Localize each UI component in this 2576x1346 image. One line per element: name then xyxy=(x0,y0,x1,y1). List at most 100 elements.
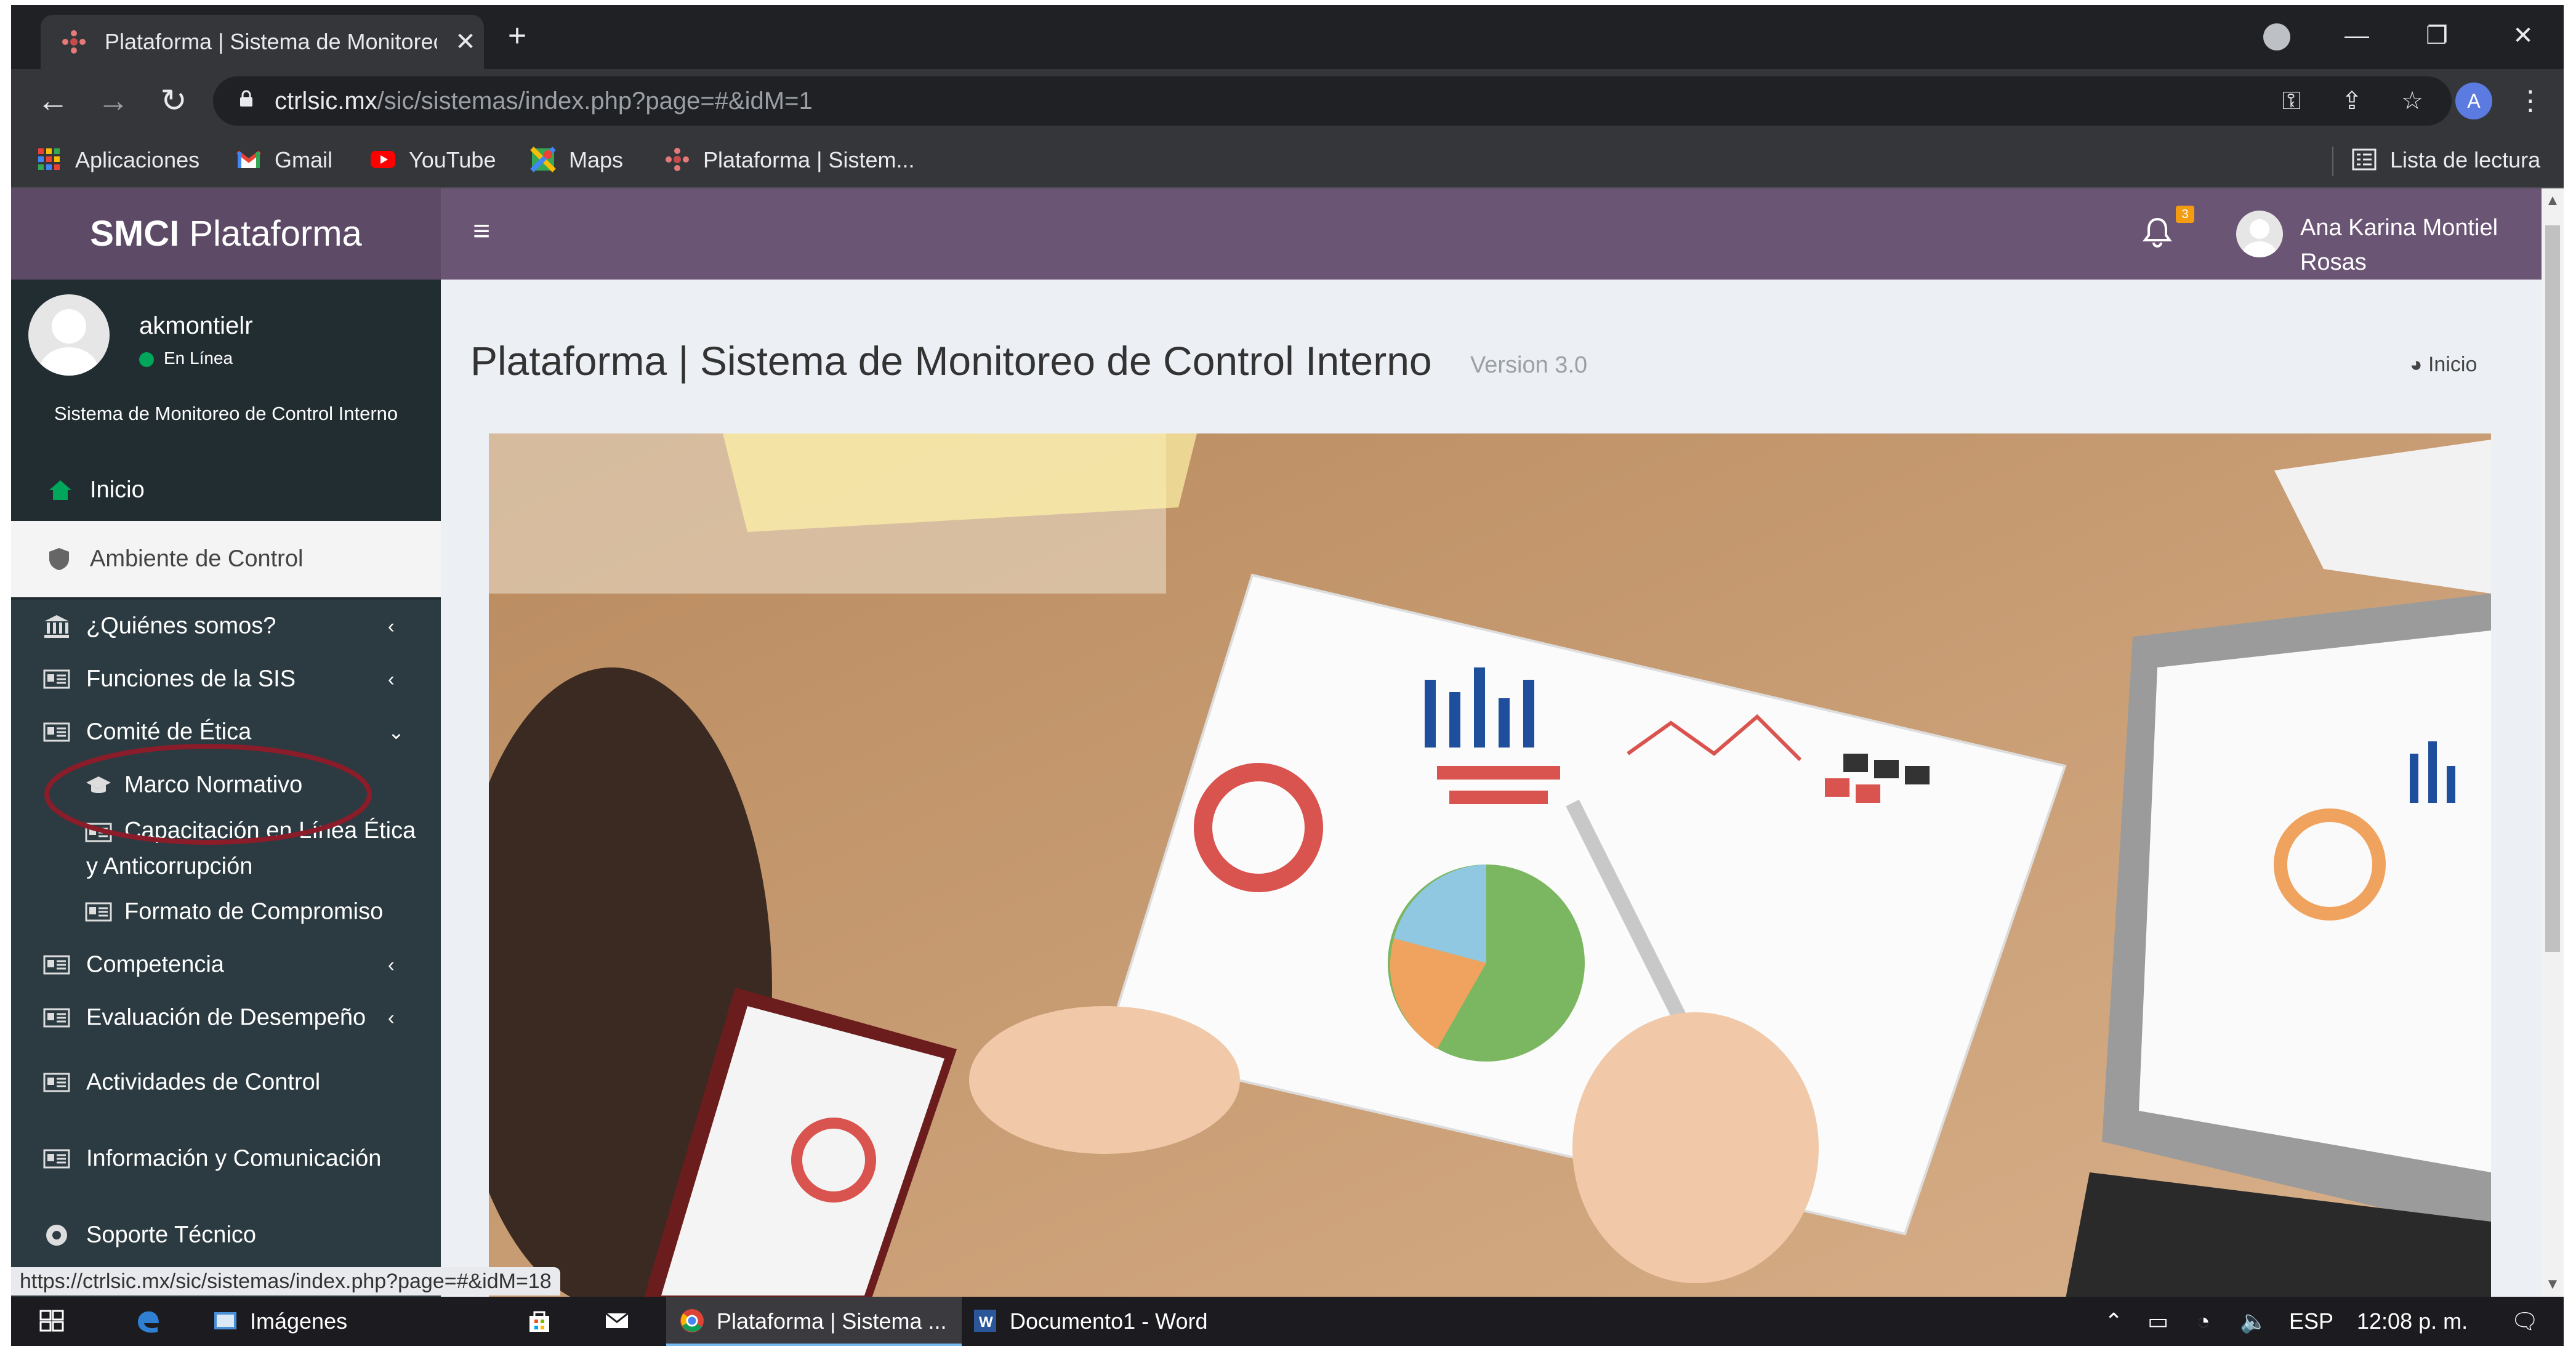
new-tab-button[interactable]: + xyxy=(504,20,531,52)
battery-icon[interactable]: ▭ xyxy=(2147,1297,2168,1346)
restore-icon[interactable]: ❐ xyxy=(2412,17,2461,54)
bookmark-separator xyxy=(2332,147,2333,176)
youtube-icon xyxy=(371,151,395,169)
notifications-icon[interactable]: 🗨 xyxy=(2511,1297,2539,1346)
wifi-icon[interactable]: ◔ xyxy=(2197,1297,2210,1346)
sidebar-item-funciones[interactable]: Funciones de la SIS ‹ xyxy=(11,653,441,706)
bookmark-maps[interactable]: Maps xyxy=(529,144,623,176)
browser-toolbar: ← → ↻ ctrlsic.mx/sic/sistemas/index.php?… xyxy=(11,69,2564,133)
sidebar-item-ambiente-de-control[interactable]: Ambiente de Control xyxy=(11,521,441,597)
taskbar-word-window[interactable]: W Documento1 - Word xyxy=(972,1297,1207,1346)
sidebar-item-label: Ambiente de Control xyxy=(90,546,304,572)
sidebar-submenu: ¿Quiénes somos? ‹ Funciones de la SIS ‹ … xyxy=(11,600,441,1297)
reading-list-button[interactable]: Lista de lectura xyxy=(2351,144,2540,176)
url-text: ctrlsic.mx/sic/sistemas/index.php?page=#… xyxy=(275,86,813,116)
bookmark-label: Maps xyxy=(569,147,624,172)
reload-icon[interactable]: ↻ xyxy=(154,81,193,121)
taskbar-imagenes[interactable]: Imágenes xyxy=(212,1297,347,1346)
star-icon[interactable]: ☆ xyxy=(2397,86,2427,116)
mail-icon xyxy=(605,1313,629,1329)
task-view-icon[interactable] xyxy=(38,1297,76,1346)
scroll-up-icon[interactable]: ▲ xyxy=(2542,188,2564,213)
version-label: Version 3.0 xyxy=(1470,352,1588,378)
close-tab-icon[interactable]: ✕ xyxy=(453,30,478,54)
site-favicon-icon xyxy=(62,30,86,54)
close-window-icon[interactable]: ✕ xyxy=(2498,17,2548,54)
edge-icon[interactable] xyxy=(134,1297,172,1346)
store-icon[interactable] xyxy=(526,1297,564,1346)
shield-icon xyxy=(49,548,69,570)
menu-dots-icon[interactable]: ⋮ xyxy=(2517,83,2544,119)
notification-badge: 3 xyxy=(2176,206,2194,223)
scroll-down-icon[interactable]: ▼ xyxy=(2542,1272,2564,1297)
back-icon[interactable]: ← xyxy=(33,81,73,121)
taskbar-label: Imágenes xyxy=(250,1308,348,1334)
bookmark-aplicaciones[interactable]: Aplicaciones xyxy=(36,144,199,176)
volume-icon[interactable]: 🔈 xyxy=(2240,1297,2268,1346)
sidebar-item-label: Evaluación de Desempeño xyxy=(86,1004,366,1031)
gmail-icon xyxy=(236,151,261,169)
dashboard-icon: ◕ xyxy=(2410,353,2428,376)
online-status-label: En Línea xyxy=(164,349,233,368)
browser-window: Plataforma | Sistema de Monitoreo de Con… xyxy=(11,5,2564,1346)
tray-chevron-icon[interactable]: ⌃ xyxy=(2104,1297,2123,1346)
apps-grid-icon xyxy=(38,148,60,171)
sidebar-item-quienes-somos[interactable]: ¿Quiénes somos? ‹ xyxy=(11,600,441,653)
sidebar: akmontielr En Línea Sistema de Monitoreo… xyxy=(11,280,441,1297)
maps-icon xyxy=(530,147,556,173)
system-name: Sistema de Monitoreo de Control Interno xyxy=(54,403,398,424)
forward-icon[interactable]: → xyxy=(94,81,133,121)
brand-logo[interactable]: SMCI Plataforma xyxy=(11,188,441,280)
sidebar-item-evaluacion[interactable]: Evaluación de Desempeño ‹ xyxy=(11,991,441,1044)
share-icon[interactable]: ⇪ xyxy=(2337,86,2367,116)
scrollbar-thumb[interactable] xyxy=(2545,225,2560,952)
bookmark-label: Plataforma | Sistem... xyxy=(703,147,915,172)
sidebar-item-label: Actividades de Control xyxy=(86,1069,321,1095)
highlight-circle xyxy=(44,744,372,845)
sidebar-item-label: Funciones de la SIS xyxy=(86,666,296,692)
address-bar[interactable]: ctrlsic.mx/sic/sistemas/index.php?page=#… xyxy=(213,76,2452,126)
language-indicator[interactable]: ESP xyxy=(2289,1297,2333,1346)
menu-toggle-icon[interactable]: ≡ xyxy=(473,217,500,246)
bookmark-plataforma[interactable]: Plataforma | Sistem... xyxy=(664,144,914,176)
sidebar-item-informacion[interactable]: Información y Comunicación xyxy=(11,1121,441,1197)
mail-icon[interactable] xyxy=(603,1297,642,1346)
user-name[interactable]: Ana Karina Montiel Rosas xyxy=(2300,211,2534,280)
id-card-icon xyxy=(43,1073,70,1092)
id-card-icon xyxy=(43,1149,70,1169)
sidebar-item-competencia[interactable]: Competencia ‹ xyxy=(11,938,441,991)
sidebar-item-label: ¿Quiénes somos? xyxy=(86,613,276,639)
browser-tab[interactable]: Plataforma | Sistema de Monitoreo de Con… xyxy=(41,15,484,69)
taskbar-chrome-window[interactable]: Plataforma | Sistema ... xyxy=(666,1297,962,1346)
bell-icon[interactable] xyxy=(2141,216,2173,248)
page-scrollbar[interactable]: ▲ ▼ xyxy=(2542,188,2564,1297)
chevron-left-icon: ‹ xyxy=(388,953,395,976)
sidebar-item-soporte[interactable]: Soporte Técnico xyxy=(11,1197,441,1273)
bookmark-gmail[interactable]: Gmail xyxy=(235,144,332,176)
hero-image xyxy=(489,433,2491,1297)
sidebar-item-actividades[interactable]: Actividades de Control xyxy=(11,1044,441,1121)
sidebar-item-label: Competencia xyxy=(86,951,224,978)
store-icon xyxy=(529,1311,549,1332)
site-favicon-icon xyxy=(666,148,689,172)
sidebar-item-formato-compromiso[interactable]: Formato de Compromiso xyxy=(11,885,441,938)
profile-avatar[interactable]: A xyxy=(2455,83,2492,119)
lock-icon xyxy=(240,90,252,107)
edge-icon xyxy=(138,1312,159,1333)
user-avatar[interactable] xyxy=(2236,211,2283,257)
id-card-icon xyxy=(43,1008,70,1028)
word-icon: W xyxy=(974,1310,996,1332)
key-icon[interactable]: ⚿ xyxy=(2277,86,2306,116)
bookmark-youtube[interactable]: YouTube xyxy=(369,144,496,176)
breadcrumb[interactable]: ◕ Inicio xyxy=(2410,350,2477,379)
clock[interactable]: 12:08 p. m. xyxy=(2357,1297,2468,1346)
tab-search-icon[interactable] xyxy=(2263,23,2290,50)
status-url-tooltip: https://ctrlsic.mx/sic/sistemas/index.ph… xyxy=(11,1267,560,1296)
taskbar-label: Documento1 - Word xyxy=(1010,1308,1208,1334)
page-title: Plataforma | Sistema de Monitoreo de Con… xyxy=(470,338,1432,384)
support-icon xyxy=(46,1225,67,1246)
sidebar-item-inicio[interactable]: Inicio xyxy=(11,464,441,516)
top-navbar: ≡ 3 Ana Karina Montiel Rosas xyxy=(441,188,2542,280)
minimize-icon[interactable]: — xyxy=(2332,17,2381,54)
reading-list-label: Lista de lectura xyxy=(2390,147,2541,172)
